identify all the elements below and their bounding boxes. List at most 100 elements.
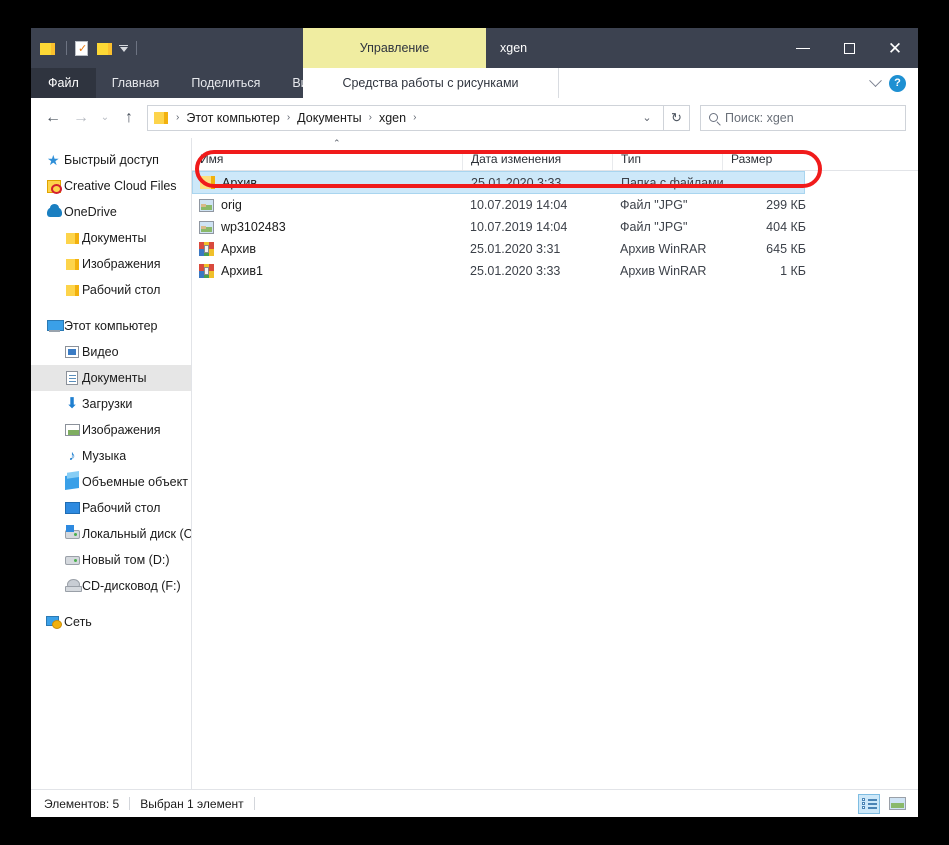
column-header-size[interactable]: Размер	[722, 151, 810, 170]
file-size-cell: 645 КБ	[766, 242, 806, 256]
chevron-down-icon[interactable]	[869, 73, 882, 87]
new-folder-icon[interactable]	[40, 39, 58, 57]
open-folder-icon[interactable]	[97, 39, 115, 57]
folder-icon	[62, 232, 82, 244]
sidebar-item-documents[interactable]: Документы	[31, 365, 191, 391]
tab-share[interactable]: Поделиться	[175, 68, 276, 98]
breadcrumb-separator-2[interactable]: ›	[365, 112, 376, 123]
table-row[interactable]: Архив 25.01.2020 3:31 Архив WinRAR 645 К…	[192, 238, 918, 260]
sidebar-item-cd-drive-f[interactable]: CD-дисковод (F:)	[31, 573, 191, 599]
local-disk-icon	[62, 524, 82, 539]
qat-divider	[66, 41, 67, 55]
breadcrumb-separator-3[interactable]: ›	[409, 112, 420, 123]
breadcrumb[interactable]: › Этот компьютер › Документы › xgen › ⌄	[147, 104, 664, 131]
sidebar-item-quick-access[interactable]: ★ Быстрый доступ	[31, 147, 191, 173]
sidebar-item-label: Рабочий стол	[82, 501, 161, 515]
customize-dropdown-icon[interactable]	[119, 44, 128, 52]
downloads-icon: ⬇	[65, 395, 79, 412]
folder-icon	[62, 258, 82, 270]
column-headers: Имя Дата изменения Тип Размер	[192, 147, 918, 171]
sidebar-item-label: Creative Cloud Files	[64, 179, 177, 193]
search-input[interactable]: Поиск: xgen	[700, 104, 906, 131]
file-date-cell: 10.07.2019 14:04	[470, 198, 568, 212]
close-button[interactable]: ✕	[872, 28, 918, 68]
file-name-cell: Архив1	[192, 264, 462, 278]
sidebar-item-this-pc[interactable]: Этот компьютер	[31, 313, 191, 339]
breadcrumb-item-documents[interactable]: Документы	[294, 111, 364, 125]
sidebar-item-pictures[interactable]: Изображения	[31, 417, 191, 443]
sidebar-item-network[interactable]: Сеть	[31, 609, 191, 635]
sidebar-item-new-volume-d[interactable]: Новый том (D:)	[31, 547, 191, 573]
qat-divider-2	[136, 41, 137, 55]
tab-home[interactable]: Главная	[96, 68, 176, 98]
ribbon-tab-strip: Файл Главная Поделиться Вид Средства раб…	[31, 68, 918, 98]
file-name-label: orig	[221, 198, 242, 212]
breadcrumb-item-this-pc[interactable]: Этот компьютер	[183, 111, 282, 125]
file-size-cell: 404 КБ	[766, 220, 806, 234]
sidebar-item-label: Музыка	[82, 449, 127, 463]
help-icon[interactable]: ?	[889, 74, 906, 92]
cd-drive-icon	[62, 579, 82, 592]
tab-picture-tools[interactable]: Средства работы с рисунками	[303, 68, 559, 98]
sidebar-item-videos[interactable]: Видео	[31, 339, 191, 365]
sidebar-item-label: Загрузки	[82, 397, 133, 411]
table-row[interactable]: orig 10.07.2019 14:04 Файл "JPG" 299 КБ	[192, 194, 918, 216]
file-size-cell: 1 КБ	[780, 264, 806, 278]
column-header-type[interactable]: Тип	[612, 151, 722, 170]
table-row[interactable]: Архив1 25.01.2020 3:33 Архив WinRAR 1 КБ	[192, 260, 918, 282]
sidebar-item-local-disk-c[interactable]: Локальный диск (C	[31, 521, 191, 547]
sidebar-gap-2	[31, 599, 191, 609]
up-button[interactable]: ↑	[115, 104, 143, 132]
recent-locations-button[interactable]: ⌄	[95, 104, 115, 132]
refresh-button[interactable]: ↻	[664, 104, 690, 131]
title-bar: ✓ Управление xgen ✕	[31, 28, 918, 68]
status-divider-2	[253, 797, 255, 810]
column-header-name[interactable]: Имя	[192, 151, 462, 170]
file-size-cell: 299 КБ	[766, 198, 806, 212]
tab-file[interactable]: Файл	[31, 68, 96, 98]
sidebar-item-label: Объемные объект	[82, 475, 188, 489]
jpg-icon	[199, 220, 214, 234]
sidebar-item-onedrive-pictures[interactable]: Изображения	[31, 251, 191, 277]
sidebar-item-onedrive[interactable]: OneDrive	[31, 199, 191, 225]
sidebar-item-label: Документы	[82, 231, 147, 245]
window-title: xgen	[500, 41, 528, 55]
forward-button[interactable]: →	[67, 104, 95, 132]
sidebar-item-desktop[interactable]: Рабочий стол	[31, 495, 191, 521]
file-name-cell: wp3102483	[192, 220, 462, 234]
winrar-icon	[199, 242, 214, 256]
properties-icon[interactable]: ✓	[75, 39, 93, 57]
file-name-cell: orig	[192, 198, 462, 212]
large-icons-view-button[interactable]	[886, 794, 908, 814]
breadcrumb-item-xgen[interactable]: xgen	[376, 111, 409, 125]
contextual-tab-header: Управление	[303, 28, 486, 68]
sidebar-item-label: Быстрый доступ	[64, 153, 159, 167]
window-controls: ✕	[780, 28, 918, 68]
file-name-label: wp3102483	[221, 220, 286, 234]
breadcrumb-folder-icon	[154, 111, 168, 124]
sidebar-item-downloads[interactable]: ⬇ Загрузки	[31, 391, 191, 417]
sidebar-item-3d-objects[interactable]: Объемные объект	[31, 469, 191, 495]
sidebar-item-label: Изображения	[82, 423, 161, 437]
maximize-button[interactable]	[826, 28, 872, 68]
status-bar: Элементов: 5 Выбран 1 элемент	[31, 789, 918, 817]
file-list-pane: ⌃ Имя Дата изменения Тип Размер Архив 25…	[192, 138, 918, 789]
sidebar-item-music[interactable]: ♪ Музыка	[31, 443, 191, 469]
sidebar-item-creative-cloud-files[interactable]: Creative Cloud Files	[31, 173, 191, 199]
minimize-button[interactable]	[780, 28, 826, 68]
breadcrumb-separator-1[interactable]: ›	[283, 112, 294, 123]
sidebar-item-onedrive-desktop[interactable]: Рабочий стол	[31, 277, 191, 303]
file-name-cell: Архив	[193, 176, 463, 190]
jpg-icon	[199, 198, 214, 212]
file-type-cell: Файл "JPG"	[620, 220, 688, 234]
details-view-button[interactable]	[858, 793, 880, 814]
table-row[interactable]: wp3102483 10.07.2019 14:04 Файл "JPG" 40…	[192, 216, 918, 238]
table-row[interactable]: Архив 25.01.2020 3:33 Папка с файлами	[192, 171, 805, 194]
column-header-date[interactable]: Дата изменения	[462, 151, 612, 170]
back-button[interactable]: ←	[39, 104, 67, 132]
address-dropdown-icon[interactable]: ⌄	[635, 105, 659, 131]
sidebar-item-onedrive-documents[interactable]: Документы	[31, 225, 191, 251]
winrar-icon	[199, 264, 214, 278]
sidebar-item-label: Рабочий стол	[82, 283, 161, 297]
